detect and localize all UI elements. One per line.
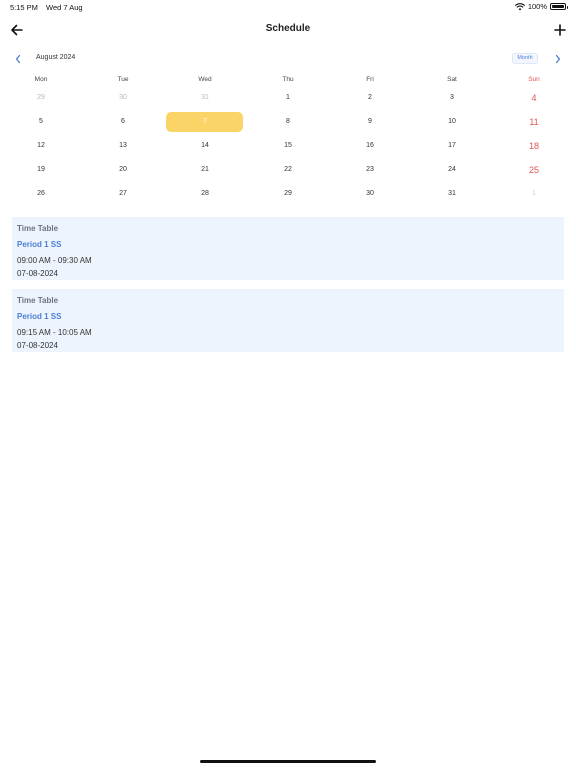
calendar-day[interactable]: 4 (493, 86, 575, 110)
calendar-day[interactable]: 14 (164, 134, 246, 158)
status-bar: 5:15 PM Wed 7 Aug 100% (0, 0, 576, 14)
event-title: Period 1 SS (17, 240, 62, 249)
calendar-day[interactable]: 17 (411, 134, 493, 158)
calendar-day[interactable]: 20 (82, 158, 164, 182)
battery-percent: 100% (527, 2, 547, 11)
calendar-day[interactable]: 11 (493, 110, 575, 134)
calendar-day[interactable]: 12 (0, 134, 82, 158)
calendar-day[interactable]: 29 (0, 86, 82, 110)
calendar-day[interactable]: 3 (411, 86, 493, 110)
calendar-day[interactable]: 21 (164, 158, 246, 182)
calendar-day[interactable]: 26 (0, 182, 82, 206)
calendar-day[interactable]: 31 (411, 182, 493, 206)
event-date: 07-08-2024 (17, 269, 58, 278)
calendar-day[interactable]: 16 (329, 134, 411, 158)
calendar-header: August 2024 Month (0, 52, 576, 66)
navigation-bar: Schedule (0, 18, 576, 42)
calendar-day-selected[interactable]: 7 (164, 110, 246, 134)
next-month-button[interactable] (552, 52, 564, 66)
calendar-day[interactable]: 13 (82, 134, 164, 158)
calendar-day[interactable]: 1 (493, 182, 575, 206)
calendar-day[interactable]: 15 (247, 134, 329, 158)
calendar-day[interactable]: 31 (164, 86, 246, 110)
wifi-icon (514, 2, 525, 10)
calendar-day[interactable]: 30 (329, 182, 411, 206)
calendar-day[interactable]: 28 (164, 182, 246, 206)
event-time: 09:15 AM - 10:05 AM (17, 328, 92, 337)
weekday-thu: Thu (282, 76, 294, 83)
calendar-day[interactable]: 8 (247, 110, 329, 134)
calendar-day[interactable]: 2 (329, 86, 411, 110)
calendar-day[interactable]: 5 (0, 110, 82, 134)
weekday-fri: Fri (366, 76, 374, 83)
previous-month-button[interactable] (12, 52, 24, 66)
view-mode-button[interactable]: Month (512, 53, 538, 64)
event-title: Period 1 SS (17, 312, 62, 321)
event-date: 07-08-2024 (17, 341, 58, 350)
calendar-day[interactable]: 9 (329, 110, 411, 134)
weekday-sun: Sun (528, 76, 540, 83)
calendar-day[interactable]: 24 (411, 158, 493, 182)
month-label: August 2024 (36, 54, 76, 61)
event-card[interactable]: Time Table Period 1 SS 09:15 AM - 10:05 … (12, 289, 564, 352)
calendar-day[interactable]: 25 (493, 158, 575, 182)
status-date: Wed 7 Aug (46, 3, 83, 12)
plus-icon (554, 24, 566, 36)
status-time: 5:15 PM (10, 3, 38, 12)
calendar-day[interactable]: 22 (247, 158, 329, 182)
page-title: Schedule (265, 23, 311, 34)
calendar-day[interactable]: 18 (493, 134, 575, 158)
event-type: Time Table (17, 296, 59, 305)
event-time: 09:00 AM - 09:30 AM (17, 256, 92, 265)
weekday-sat: Sat (447, 76, 457, 83)
battery-icon (550, 3, 568, 10)
calendar-day[interactable]: 29 (247, 182, 329, 206)
chevron-right-icon (555, 54, 561, 64)
calendar-day[interactable]: 6 (82, 110, 164, 134)
calendar-day[interactable]: 27 (82, 182, 164, 206)
event-type: Time Table (17, 224, 59, 233)
chevron-left-icon (15, 54, 21, 64)
add-button[interactable] (552, 21, 568, 39)
weekday-row: Mon Tue Wed Thu Fri Sat Sun (0, 76, 576, 86)
calendar-day[interactable]: 19 (0, 158, 82, 182)
event-card[interactable]: Time Table Period 1 SS 09:00 AM - 09:30 … (12, 217, 564, 280)
home-indicator (200, 760, 376, 763)
weekday-tue: Tue (117, 76, 129, 83)
weekday-wed: Wed (198, 76, 212, 83)
calendar-day[interactable]: 1 (247, 86, 329, 110)
calendar-day[interactable]: 30 (82, 86, 164, 110)
weekday-mon: Mon (34, 76, 48, 83)
calendar-day[interactable]: 23 (329, 158, 411, 182)
calendar-day[interactable]: 10 (411, 110, 493, 134)
